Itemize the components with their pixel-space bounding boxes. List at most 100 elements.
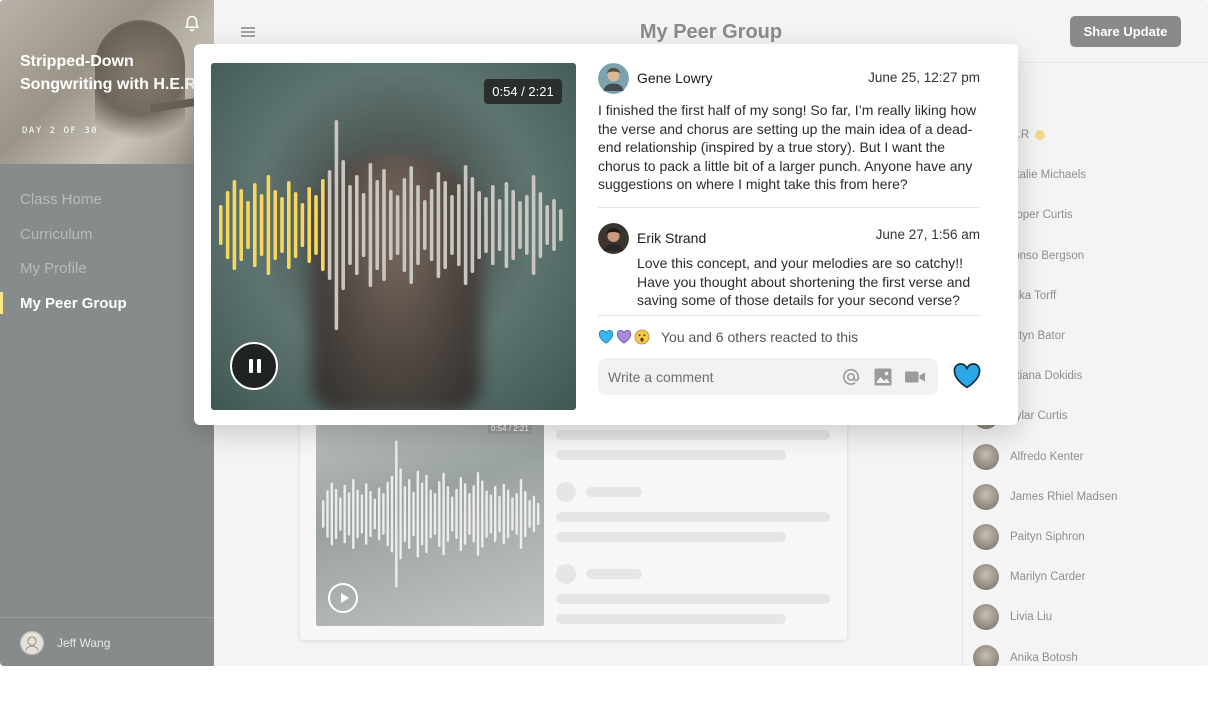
nav-my-peer-group[interactable]: My Peer Group [0,291,214,329]
member-item[interactable]: James Rhiel Madsen [973,483,1117,511]
waveform-bar [273,190,277,260]
background-post-media[interactable]: 0:54 / 2:21 [316,418,544,626]
placeholder-line [556,430,830,440]
waveform-bar [348,185,352,265]
waveform-bar [476,472,480,556]
waveform-bar [537,502,540,526]
course-day: DAY 2 OF 30 [22,126,99,136]
waveform-bar [334,120,339,330]
waveform-bar [253,183,257,267]
waveform-bar [455,488,458,540]
comment-input[interactable] [608,358,838,395]
waveform-bar [373,498,376,530]
waveform-bar [339,497,342,531]
waveform-bar [408,479,411,549]
waveform-bar [399,468,402,560]
course-title: Stripped-Down Songwriting with H.E.R [20,53,196,93]
audio-player[interactable]: 0:54 / 2:21 [211,63,576,410]
nav-class-home[interactable]: Class Home [0,190,214,225]
waveform-bar [352,479,355,549]
member-item[interactable]: Alfredo Kenter [973,443,1084,471]
waveform-bar [532,495,536,533]
member-name: Anika Botosh [1010,651,1078,664]
comment-divider [598,207,980,208]
background-post-card: 0:54 / 2:21 [300,418,847,640]
waveform-bar [259,194,264,256]
member-avatar [973,564,999,591]
waveform-bar [459,476,462,552]
share-update-button[interactable]: Share Update [1070,16,1181,47]
member-name: atiana Dokidis [1010,370,1083,383]
waveform-bar [477,191,481,259]
video-icon[interactable] [904,367,926,387]
waveform-bar [365,483,368,545]
waveform-bar [369,490,372,538]
waveform-bar [416,185,420,265]
nav-curriculum[interactable]: Curriculum [0,225,214,260]
post-modal: 0:54 / 2:21 Gene Lowry June 25, 12:27 pm… [194,44,1018,425]
waveform-bar [232,180,237,270]
like-heart-icon[interactable] [952,362,982,390]
waveform-bar [468,493,471,535]
reactions-row[interactable]: You and 6 others reacted to this [598,328,858,346]
comment-thread[interactable]: Gene Lowry June 25, 12:27 pm I finished … [598,63,984,316]
comment-item: Erik Strand June 27, 1:56 am Love this c… [598,223,984,316]
author-avatar[interactable] [598,223,629,254]
waveform-bar [307,187,311,263]
waveform-bar [446,486,450,542]
placeholder-line [556,532,786,542]
play-icon[interactable] [328,583,358,613]
comment-composer [598,358,938,395]
member-name: ooper Curtis [1010,209,1073,222]
time-badge: 0:54 / 2:21 [484,79,562,104]
member-name: James Rhiel Madsen [1010,490,1118,503]
waveform-bar [498,495,501,533]
current-user[interactable]: Jeff Wang [0,617,214,666]
waveform-bar [423,200,427,250]
waveform-bar [457,184,461,266]
course-hero: Stripped-Down Songwriting with H.E.R DAY… [0,0,214,164]
member-name: aityn Bator [1010,330,1065,342]
comment-author[interactable]: Erik Strand [637,230,706,246]
waveform-bar [382,493,385,535]
waveform-bar [515,493,518,535]
member-item[interactable]: Livia Liu [973,603,1052,631]
waveform-bar [368,163,373,287]
waveform-bar [287,181,291,269]
member-item[interactable]: Paityn Siphron [973,523,1085,551]
image-icon[interactable] [873,367,893,387]
waveform-bar [330,482,333,546]
waveform-bar [225,191,230,259]
comment-author[interactable]: Gene Lowry [637,70,712,86]
waveform-bar [525,195,529,255]
author-avatar[interactable] [598,63,629,94]
placeholder-line [586,569,642,579]
waveform-bar [470,177,475,273]
member-item[interactable]: Anika Botosh [973,644,1078,666]
placeholder-avatar [556,482,576,502]
blue-heart-icon [598,329,614,344]
nav-my-profile[interactable]: My Profile [0,259,214,294]
sidebar-nav: Class Home Curriculum My Profile My Peer… [0,190,214,328]
waveform-bar [219,205,223,245]
waveform-bar [433,493,437,535]
waveform-bar [531,175,536,275]
waveform-bar [450,195,454,255]
waveform-bar [382,169,386,281]
comment-item: Gene Lowry June 25, 12:27 pm I finished … [598,63,984,203]
pause-icon[interactable] [230,342,278,390]
bell-icon[interactable] [184,15,200,33]
mention-icon[interactable] [841,367,861,387]
surprised-face-icon [634,329,650,345]
user-avatar [20,631,44,655]
waveform-bar [409,166,413,284]
waveform-bar [280,197,284,253]
waveform-bar [389,190,393,260]
waveform-bar [559,209,563,241]
waveform-bar [293,192,298,258]
member-item[interactable]: Marilyn Carder [973,563,1085,591]
waveform-bar [395,195,400,255]
waveform-bar [356,489,359,539]
waveform-bar [518,201,522,249]
placeholder-line [586,487,642,497]
